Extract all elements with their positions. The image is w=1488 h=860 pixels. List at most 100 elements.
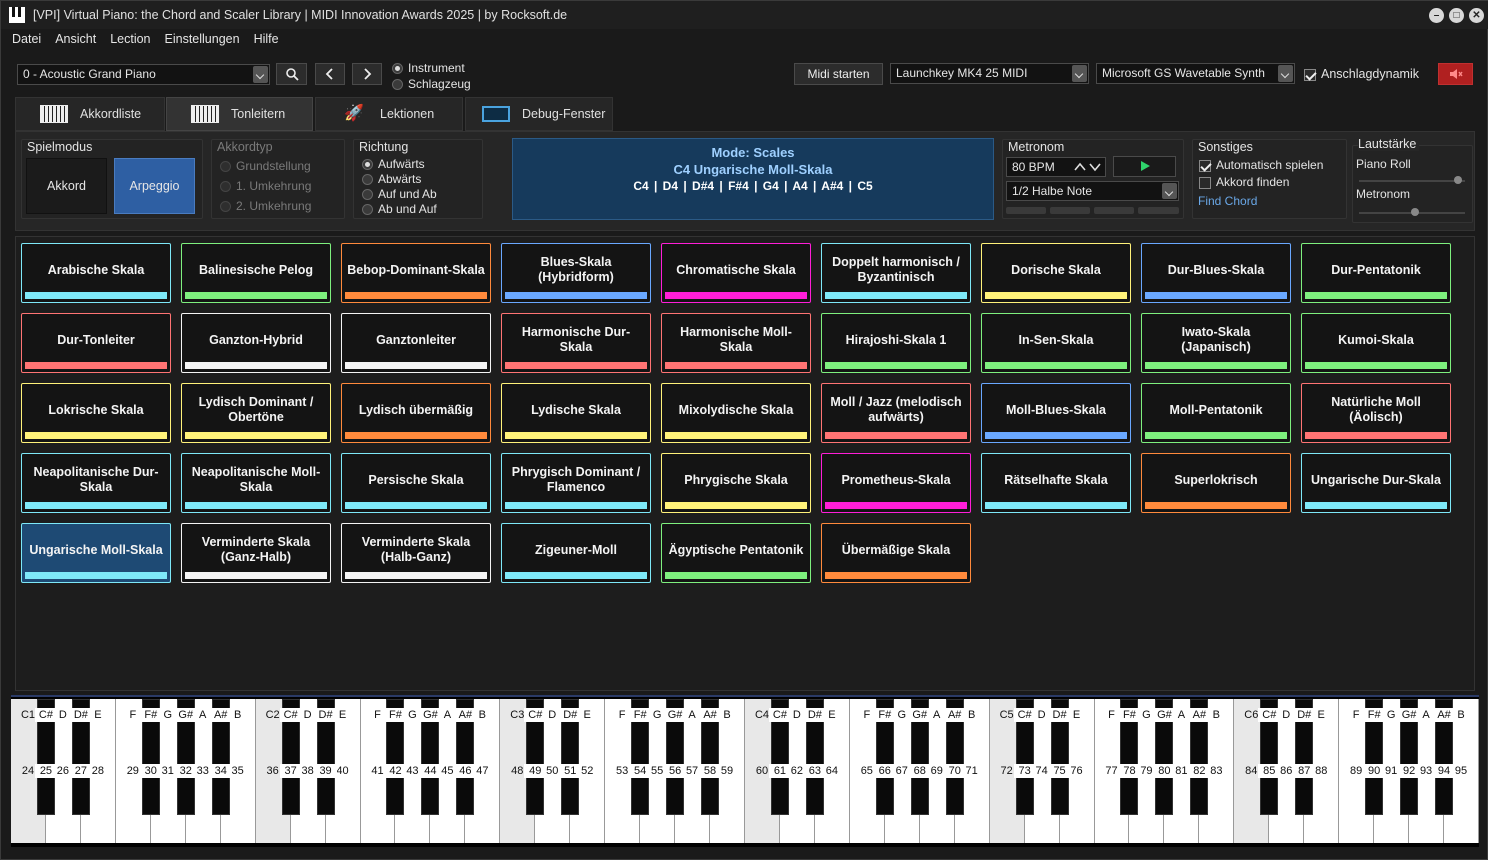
black-key[interactable]: A# 46 xyxy=(454,699,477,815)
black-key[interactable]: C# 85 xyxy=(1258,699,1281,815)
black-key[interactable]: D# 87 xyxy=(1293,699,1316,815)
prev-button[interactable] xyxy=(315,63,345,85)
slider-handle[interactable] xyxy=(1453,176,1462,184)
tab-chordlist[interactable]: Akkordliste xyxy=(15,97,165,131)
scale-button[interactable]: Lydisch übermäßig xyxy=(341,383,491,443)
arpeggio-mode-button[interactable]: Arpeggio xyxy=(114,158,195,214)
scale-button[interactable]: Harmonische Dur-Skala xyxy=(501,313,651,373)
scale-button[interactable]: Moll-Blues-Skala xyxy=(981,383,1131,443)
menu-lesson[interactable]: Lection xyxy=(110,32,150,46)
scale-button[interactable]: Lokrische Skala xyxy=(21,383,171,443)
chordtype-option[interactable]: 1. Umkehrung xyxy=(220,179,311,193)
chordtype-option[interactable]: 2. Umkehrung xyxy=(220,199,311,213)
radio-instrument[interactable]: Instrument xyxy=(392,61,465,75)
direction-option[interactable]: Auf und Ab xyxy=(362,187,437,201)
black-key[interactable]: A# 34 xyxy=(209,699,232,815)
scale-button[interactable]: Dur-Tonleiter xyxy=(21,313,171,373)
black-key[interactable]: C# 73 xyxy=(1013,699,1036,815)
black-key[interactable]: F# 78 xyxy=(1118,699,1141,815)
black-key[interactable]: C# 37 xyxy=(279,699,302,815)
radio-drums[interactable]: Schlagzeug xyxy=(392,77,471,91)
black-key[interactable]: G# 44 xyxy=(419,699,442,815)
findchord-checkbox[interactable]: Akkord finden xyxy=(1199,175,1289,189)
scale-button[interactable]: Neapolitanische Dur-Skala xyxy=(21,453,171,513)
scale-button[interactable]: Hirajoshi-Skala 1 xyxy=(821,313,971,373)
scale-button[interactable]: Bebop-Dominant-Skala xyxy=(341,243,491,303)
midi-start-button[interactable]: Midi starten xyxy=(794,63,883,85)
black-key[interactable]: G# 68 xyxy=(908,699,931,815)
find-chord-link[interactable]: Find Chord xyxy=(1198,194,1257,208)
scale-button[interactable]: Dur-Pentatonik xyxy=(1301,243,1451,303)
velocity-checkbox[interactable]: Anschlagdynamik xyxy=(1304,67,1419,81)
scale-button[interactable]: Balinesische Pelog xyxy=(181,243,331,303)
scale-button[interactable]: Prometheus-Skala xyxy=(821,453,971,513)
scale-button[interactable]: Ganztonleiter xyxy=(341,313,491,373)
scale-button[interactable]: Kumoi-Skala xyxy=(1301,313,1451,373)
scale-button[interactable]: Persische Skala xyxy=(341,453,491,513)
autoplay-checkbox[interactable]: Automatisch spielen xyxy=(1199,158,1323,172)
scale-button[interactable]: In-Sen-Skala xyxy=(981,313,1131,373)
scale-button[interactable]: Iwato-Skala (Japanisch) xyxy=(1141,313,1291,373)
scale-button[interactable]: Ungarische Moll-Skala xyxy=(21,523,171,583)
scale-button[interactable]: Ungarische Dur-Skala xyxy=(1301,453,1451,513)
scale-button[interactable]: Verminderte Skala (Halb-Ganz) xyxy=(341,523,491,583)
close-icon[interactable]: ✕ xyxy=(1469,8,1484,23)
scale-button[interactable]: Blues-Skala (Hybridform) xyxy=(501,243,651,303)
scale-button[interactable]: Phrygisch Dominant / Flamenco xyxy=(501,453,651,513)
direction-option[interactable]: Ab und Auf xyxy=(362,202,437,216)
scale-button[interactable]: Neapolitanische Moll-Skala xyxy=(181,453,331,513)
pianoroll-volume-slider[interactable] xyxy=(1359,180,1465,182)
instrument-select[interactable]: 0 - Acoustic Grand Piano xyxy=(17,64,270,85)
scale-button[interactable]: Dur-Blues-Skala xyxy=(1141,243,1291,303)
menu-file[interactable]: Datei xyxy=(12,32,41,46)
scale-button[interactable]: Chromatische Skala xyxy=(661,243,811,303)
maximize-icon[interactable]: □ xyxy=(1449,8,1464,23)
midi-input-select[interactable]: Launchkey MK4 25 MIDI xyxy=(890,63,1089,84)
metronome-play-button[interactable] xyxy=(1113,156,1176,177)
search-button[interactable] xyxy=(276,63,307,85)
black-key[interactable]: F# 42 xyxy=(384,699,407,815)
menu-help[interactable]: Hilfe xyxy=(254,32,279,46)
menu-view[interactable]: Ansicht xyxy=(55,32,96,46)
black-key[interactable]: C# 49 xyxy=(524,699,547,815)
black-key[interactable]: D# 51 xyxy=(559,699,582,815)
chordtype-option[interactable]: Grundstellung xyxy=(220,159,311,173)
black-key[interactable]: G# 56 xyxy=(664,699,687,815)
black-key[interactable]: A# 58 xyxy=(699,699,722,815)
black-key[interactable]: A# 82 xyxy=(1188,699,1211,815)
scale-button[interactable]: Phrygische Skala xyxy=(661,453,811,513)
direction-option[interactable]: Abwärts xyxy=(362,172,421,186)
black-key[interactable]: C# 25 xyxy=(34,699,57,815)
bpm-field[interactable]: 80 BPM xyxy=(1006,157,1106,177)
black-key[interactable]: C# 61 xyxy=(768,699,791,815)
scale-button[interactable]: Lydische Skala xyxy=(501,383,651,443)
black-key[interactable]: F# 66 xyxy=(873,699,896,815)
next-button[interactable] xyxy=(352,63,382,85)
scale-button[interactable]: Moll-Pentatonik xyxy=(1141,383,1291,443)
mute-button[interactable] xyxy=(1438,63,1473,85)
scale-button[interactable]: Moll / Jazz (melodisch aufwärts) xyxy=(821,383,971,443)
scale-button[interactable]: Doppelt harmonisch / Byzantinisch xyxy=(821,243,971,303)
scale-button[interactable]: Ganzton-Hybrid xyxy=(181,313,331,373)
scale-button[interactable]: Superlokrisch xyxy=(1141,453,1291,513)
menu-settings[interactable]: Einstellungen xyxy=(165,32,240,46)
scale-button[interactable]: Harmonische Moll-Skala xyxy=(661,313,811,373)
black-key[interactable]: F# 30 xyxy=(139,699,162,815)
black-key[interactable]: F# 54 xyxy=(629,699,652,815)
scale-button[interactable]: Dorische Skala xyxy=(981,243,1131,303)
black-key[interactable]: D# 75 xyxy=(1048,699,1071,815)
black-key[interactable]: D# 39 xyxy=(314,699,337,815)
scale-button[interactable]: Mixolydische Skala xyxy=(661,383,811,443)
midi-output-select[interactable]: Microsoft GS Wavetable Synth xyxy=(1096,63,1295,84)
chord-mode-button[interactable]: Akkord xyxy=(26,158,107,214)
tab-scales[interactable]: Tonleitern xyxy=(166,97,313,131)
direction-option[interactable]: Aufwärts xyxy=(362,157,425,171)
scale-button[interactable]: Ägyptische Pentatonik xyxy=(661,523,811,583)
scale-button[interactable]: Zigeuner-Moll xyxy=(501,523,651,583)
black-key[interactable]: F# 90 xyxy=(1363,699,1386,815)
scale-button[interactable]: Lydisch Dominant / Obertöne xyxy=(181,383,331,443)
minimize-icon[interactable]: – xyxy=(1429,8,1444,23)
scale-button[interactable]: Übermäßige Skala xyxy=(821,523,971,583)
black-key[interactable]: A# 70 xyxy=(943,699,966,815)
black-key[interactable]: G# 80 xyxy=(1153,699,1176,815)
